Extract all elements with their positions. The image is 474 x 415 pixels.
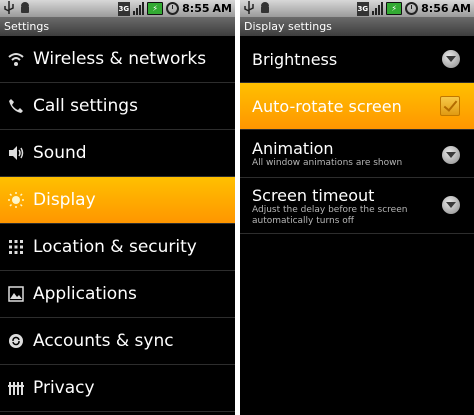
wifi-icon: [7, 50, 25, 68]
settings-item-applications[interactable]: Applications: [0, 271, 235, 318]
dropdown-arrow-icon[interactable]: [442, 146, 460, 164]
setting-label: Brightness: [252, 50, 338, 69]
usb-icon: [4, 1, 14, 14]
settings-list: Wireless & networks Call settings Sound …: [0, 36, 235, 412]
sync-icon: [7, 332, 25, 350]
title-bar: Display settings: [240, 17, 474, 36]
settings-item-label: Sound: [33, 143, 87, 163]
settings-item-label: Applications: [33, 284, 137, 304]
settings-item-label: Display: [33, 190, 96, 210]
keypad-icon: [7, 238, 25, 256]
dropdown-arrow-icon[interactable]: [442, 50, 460, 68]
brightness-setting[interactable]: Brightness: [240, 36, 474, 83]
screen-timeout-setting[interactable]: Screen timeout Adjust the delay before t…: [240, 178, 474, 234]
android-icon: [261, 2, 269, 13]
applications-icon: [7, 285, 25, 303]
settings-item-privacy[interactable]: Privacy: [0, 365, 235, 412]
settings-item-location[interactable]: Location & security: [0, 224, 235, 271]
auto-rotate-setting[interactable]: Auto-rotate screen: [240, 83, 474, 130]
status-bar: 3G ⚡ 8:55 AM: [0, 0, 235, 17]
phone-icon: [7, 97, 25, 115]
network-type-badge: 3G: [117, 1, 131, 16]
settings-item-call[interactable]: Call settings: [0, 83, 235, 130]
usb-icon: [244, 1, 254, 14]
brightness-icon: [7, 191, 25, 209]
dropdown-arrow-icon[interactable]: [442, 196, 460, 214]
settings-item-label: Accounts & sync: [33, 331, 174, 351]
battery-icon: ⚡: [147, 2, 164, 15]
display-settings-list: Brightness Auto-rotate screen Animation …: [240, 36, 474, 234]
title-bar: Settings: [0, 17, 235, 36]
signal-icon: [372, 2, 384, 15]
display-settings-screen: 3G ⚡ 8:56 AM Display settings Brightness…: [240, 0, 474, 415]
status-time: 8:56: [421, 2, 449, 15]
settings-item-label: Privacy: [33, 378, 95, 398]
settings-item-label: Call settings: [33, 96, 138, 116]
status-ampm: AM: [451, 2, 471, 15]
settings-item-wireless[interactable]: Wireless & networks: [0, 36, 235, 83]
setting-label: Screen timeout: [252, 186, 375, 205]
status-bar: 3G ⚡ 8:56 AM: [240, 0, 474, 17]
settings-item-label: Wireless & networks: [33, 49, 207, 69]
settings-item-sound[interactable]: Sound: [0, 130, 235, 177]
privacy-icon: [7, 379, 25, 397]
settings-item-display[interactable]: Display: [0, 177, 235, 224]
status-time: 8:55: [182, 2, 210, 15]
speaker-icon: [7, 144, 25, 162]
settings-screen: 3G ⚡ 8:55 AM Settings Wireless & network…: [0, 0, 235, 415]
settings-item-accounts[interactable]: Accounts & sync: [0, 318, 235, 365]
status-ampm: AM: [212, 2, 232, 15]
auto-rotate-checkbox[interactable]: [440, 96, 460, 116]
battery-icon: ⚡: [386, 2, 403, 15]
setting-summary: All window animations are shown: [252, 158, 403, 168]
settings-item-label: Location & security: [33, 237, 197, 257]
signal-icon: [133, 2, 145, 15]
animation-setting[interactable]: Animation All window animations are show…: [240, 130, 474, 178]
setting-summary: Adjust the delay before the screen autom…: [252, 205, 408, 226]
alarm-icon: [166, 2, 180, 15]
alarm-icon: [405, 2, 419, 15]
network-type-badge: 3G: [356, 1, 370, 16]
setting-label: Animation: [252, 139, 334, 158]
android-icon: [21, 2, 29, 13]
